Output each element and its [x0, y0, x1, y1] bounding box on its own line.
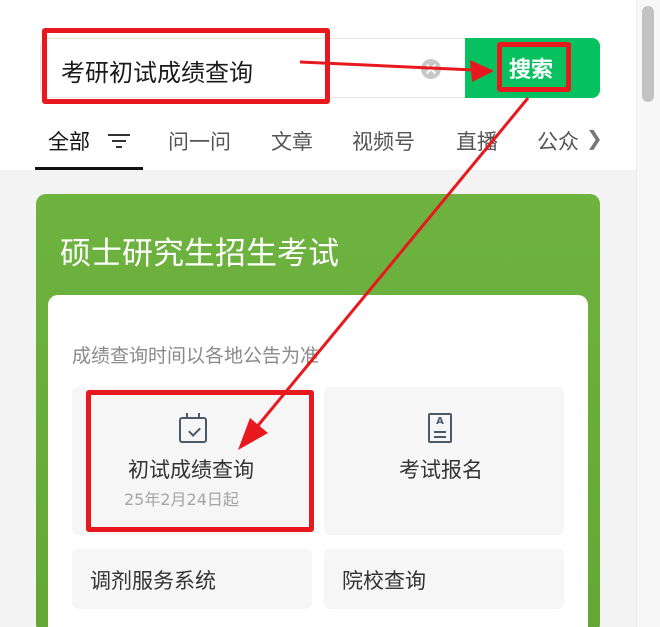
tab-articles[interactable]: 文章 — [271, 126, 313, 156]
document-icon-letter: A — [436, 416, 444, 427]
tab-live[interactable]: 直播 — [456, 126, 498, 156]
tile-school-query[interactable]: 院校查询 — [324, 549, 564, 609]
tab-channels[interactable]: 视频号 — [352, 126, 415, 156]
tab-official-accounts[interactable]: 公众 — [537, 126, 579, 156]
annotation-box-search-button — [497, 42, 571, 92]
result-tabs: 全部 问一问 文章 视频号 直播 公众 ❯ — [0, 120, 636, 170]
tile-school-query-label: 院校查询 — [342, 569, 426, 593]
annotation-box-search-query — [42, 28, 330, 104]
chevron-right-icon[interactable]: ❯ — [586, 126, 603, 150]
clear-icon[interactable] — [421, 59, 441, 79]
annotation-box-score-query — [86, 390, 314, 532]
tab-all[interactable]: 全部 — [48, 126, 90, 156]
query-time-note: 成绩查询时间以各地公告为准 — [72, 345, 320, 367]
tile-exam-registration[interactable]: A 考试报名 — [324, 387, 564, 535]
filter-icon[interactable] — [108, 132, 130, 150]
tile-adjustment-system[interactable]: 调剂服务系统 — [72, 549, 312, 609]
document-icon: A — [428, 413, 452, 443]
tile-adjustment-system-label: 调剂服务系统 — [90, 569, 216, 593]
scroll-thumb[interactable] — [642, 6, 654, 102]
tab-ask[interactable]: 问一问 — [168, 126, 231, 156]
tile-exam-registration-label: 考试报名 — [399, 458, 483, 482]
card-title: 硕士研究生招生考试 — [60, 236, 339, 272]
vertical-scrollbar[interactable] — [636, 0, 660, 627]
